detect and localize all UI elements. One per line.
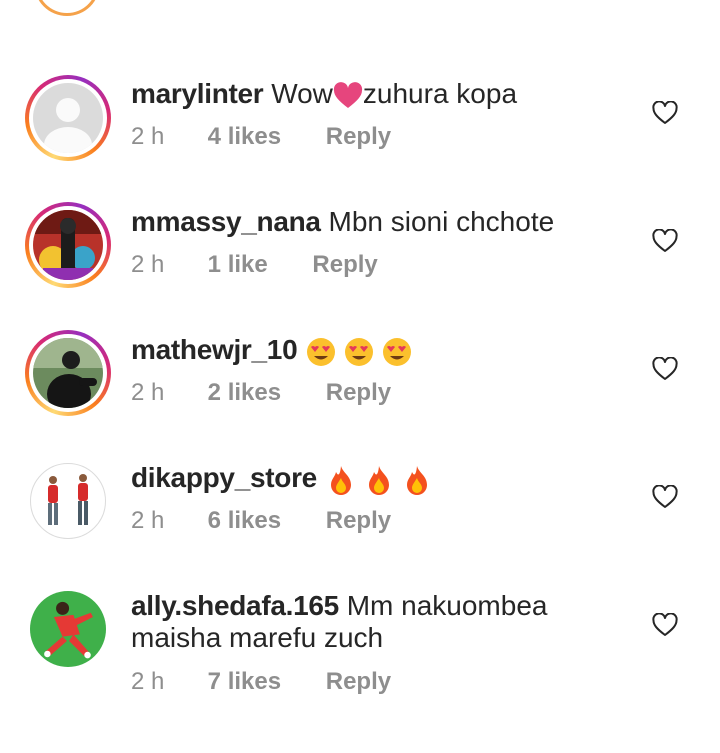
- comment-timestamp: 2 h: [131, 251, 165, 278]
- comment-body-continued: zuhura kopa: [362, 78, 518, 109]
- heart-eyes-emoji: [343, 336, 375, 368]
- commenter-avatar[interactable]: [25, 75, 111, 161]
- comment-meta: 2 h 2 likes Reply: [131, 379, 391, 407]
- comment-likes-count[interactable]: 1 like: [208, 251, 268, 279]
- comment-likes-count[interactable]: 4 likes: [208, 123, 281, 151]
- comment-username[interactable]: mmassy_nana: [131, 206, 321, 237]
- heart-eyes-emoji: [381, 336, 413, 368]
- comment-text: dikappy_store: [131, 462, 601, 496]
- commenter-avatar[interactable]: [25, 586, 111, 672]
- comment-timestamp: 2 h: [131, 507, 165, 534]
- reply-button[interactable]: Reply: [326, 507, 391, 534]
- heart-outline-icon[interactable]: [652, 357, 678, 381]
- fire-emoji: [325, 464, 357, 496]
- comment-body: Mm nakuombea: [346, 590, 548, 621]
- comment-username[interactable]: ally.shedafa.165: [131, 590, 339, 621]
- comment-username[interactable]: mathewjr_10: [131, 334, 298, 365]
- profile-photo: [33, 210, 103, 280]
- comment-likes-count[interactable]: 6 likes: [208, 507, 281, 535]
- commenter-avatar[interactable]: [25, 330, 111, 416]
- fire-emoji: [363, 464, 395, 496]
- heart-outline-icon[interactable]: [652, 485, 678, 509]
- commenter-avatar[interactable]: [25, 458, 111, 544]
- comment-username[interactable]: marylinter: [131, 78, 264, 109]
- heart-outline-icon[interactable]: [652, 101, 678, 125]
- comment-username[interactable]: dikappy_store: [131, 462, 317, 493]
- heart-eyes-emoji: [305, 336, 337, 368]
- heart-outline-icon[interactable]: [652, 613, 678, 637]
- comment-meta: 2 h 1 like Reply: [131, 251, 378, 279]
- comment-text: ally.shedafa.165 Mm nakuombea maisha mar…: [131, 590, 601, 654]
- comment-timestamp: 2 h: [131, 668, 165, 695]
- heart-emoji: [333, 81, 363, 110]
- comment-likes-count[interactable]: 2 likes: [208, 379, 281, 407]
- reply-button[interactable]: Reply: [312, 251, 377, 278]
- reply-button[interactable]: Reply: [326, 379, 391, 406]
- reply-button[interactable]: Reply: [326, 668, 391, 695]
- comment-body: Wow: [271, 78, 333, 109]
- commenter-avatar[interactable]: [25, 202, 111, 288]
- comment-likes-count[interactable]: 7 likes: [208, 668, 281, 696]
- default-profile-icon: [33, 83, 103, 153]
- comment-meta: 2 h 4 likes Reply: [131, 123, 391, 151]
- profile-photo: [30, 591, 106, 667]
- comment-text: mmassy_nana Mbn sioni chchote: [131, 206, 601, 238]
- comment-timestamp: 2 h: [131, 379, 165, 406]
- comment-meta: 2 h 6 likes Reply: [131, 507, 391, 535]
- comment-body-continued: maisha marefu zuch: [131, 622, 384, 653]
- fire-emoji: [401, 464, 433, 496]
- heart-outline-icon[interactable]: [652, 229, 678, 253]
- profile-photo: [33, 466, 103, 536]
- previous-comment-avatar[interactable]: [34, 0, 100, 16]
- profile-photo: [33, 338, 103, 408]
- comment-text: marylinter Wow zuhura kopa: [131, 78, 601, 110]
- comment-timestamp: 2 h: [131, 123, 165, 150]
- comment-text: mathewjr_10: [131, 334, 601, 368]
- comment-meta: 2 h 7 likes Reply: [131, 668, 391, 696]
- comment-body: Mbn sioni chchote: [328, 206, 555, 237]
- reply-button[interactable]: Reply: [326, 123, 391, 150]
